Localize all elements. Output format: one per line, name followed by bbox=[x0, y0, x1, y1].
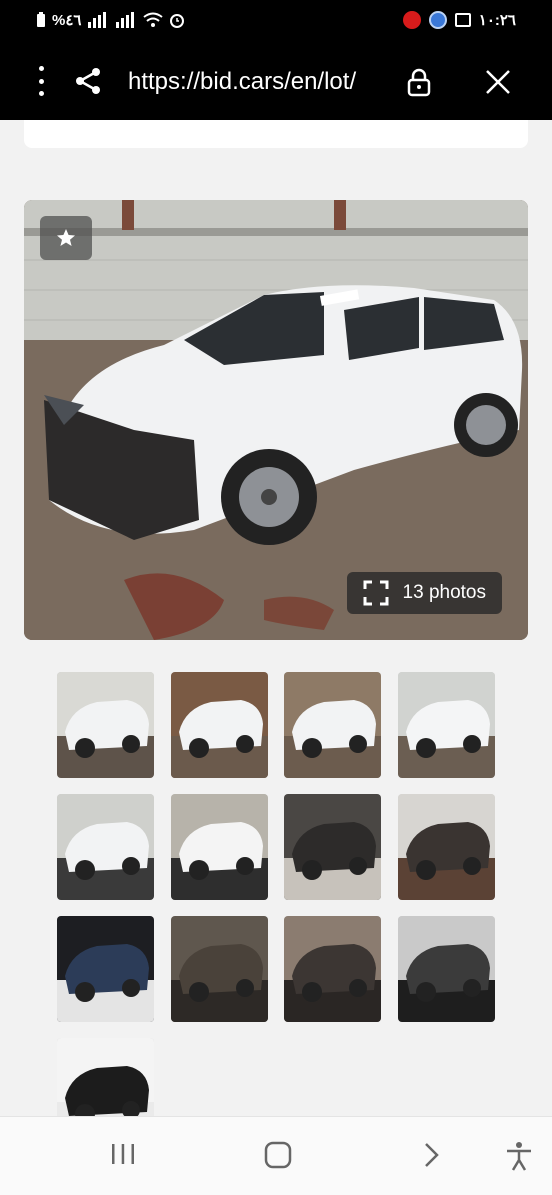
home-icon[interactable] bbox=[264, 1141, 292, 1169]
thumbnail-front[interactable] bbox=[57, 794, 154, 900]
close-icon[interactable] bbox=[484, 68, 512, 96]
lock-icon[interactable] bbox=[406, 67, 432, 97]
thumbnail-rear-seats[interactable] bbox=[170, 916, 268, 1022]
signal-icon bbox=[88, 12, 107, 28]
recent-apps-icon[interactable] bbox=[110, 1141, 136, 1167]
menu-dots-icon[interactable] bbox=[32, 66, 50, 96]
status-bar: %٤٦ ١٠:٢٦ bbox=[0, 0, 552, 40]
notification-app-icon bbox=[402, 11, 421, 29]
status-left: %٤٦ bbox=[36, 11, 185, 29]
url-text[interactable]: https://bid.cars/en/lot/ bbox=[128, 68, 390, 96]
main-vehicle-photo[interactable]: 13 photos bbox=[24, 200, 528, 640]
custom-tab-toolbar: https://bid.cars/en/lot/ bbox=[0, 40, 552, 120]
browser-notification-icon bbox=[428, 11, 447, 29]
favorite-button[interactable] bbox=[40, 216, 92, 260]
thumbnail-dashboard[interactable] bbox=[397, 794, 495, 900]
wifi-icon bbox=[143, 12, 164, 27]
star-icon bbox=[57, 229, 75, 246]
system-nav-bar bbox=[0, 1116, 552, 1195]
photo-count-label: 13 photos bbox=[402, 582, 486, 603]
photo-count-button[interactable]: 13 photos bbox=[346, 572, 502, 614]
share-icon[interactable] bbox=[74, 66, 102, 96]
accessibility-icon[interactable] bbox=[505, 1141, 533, 1171]
thumbnail-instrument-cluster[interactable] bbox=[57, 916, 154, 1022]
thumbnail-front-seats[interactable] bbox=[284, 794, 381, 900]
battery-saver-icon bbox=[37, 12, 45, 27]
back-icon[interactable] bbox=[422, 1141, 442, 1169]
alarm-icon bbox=[170, 14, 185, 28]
clock: ١٠:٢٦ bbox=[478, 12, 516, 29]
battery-percent: %٤٦ bbox=[52, 12, 82, 29]
thumbnail-engine-bay[interactable] bbox=[397, 916, 495, 1022]
thumbnail-driver-seat[interactable] bbox=[284, 916, 381, 1022]
status-right: ١٠:٢٦ bbox=[402, 11, 516, 29]
thumbnail-rear-left[interactable] bbox=[170, 672, 268, 778]
thumbnail-front-left-damage[interactable] bbox=[57, 672, 154, 778]
thumbnail-rear[interactable] bbox=[170, 794, 268, 900]
signal-2-icon bbox=[116, 12, 135, 28]
thumbnail-front-right[interactable] bbox=[397, 672, 495, 778]
thumbnail-rear-left-side[interactable] bbox=[284, 672, 381, 778]
lot-info-card bbox=[24, 120, 528, 148]
fullscreen-icon bbox=[363, 580, 389, 606]
gallery-notification-icon bbox=[454, 13, 471, 27]
